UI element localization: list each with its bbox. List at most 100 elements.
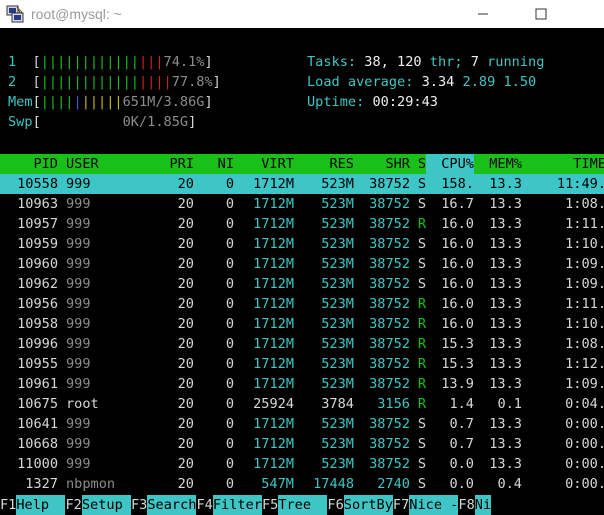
col-header-pid[interactable]: PID: [0, 154, 58, 174]
process-row[interactable]: 10558 999 20 0 1712M 523M 38752 S 158. 13.3 11:49.: [0, 174, 604, 194]
terminal-area[interactable]: 1 [|||||||||||||||74.1%] 2 [||||||||||||…: [0, 28, 604, 515]
process-cell-s: S: [417, 436, 426, 452]
process-row[interactable]: 11000 999 20 0 1712M 523M 38752 S 0.0 13.3 0:00.: [0, 454, 604, 474]
process-cell-mem: 13.3: [489, 256, 522, 272]
process-cell-time: 1:12.: [565, 356, 604, 372]
process-cell-pri: 20: [177, 216, 194, 232]
col-header-time[interactable]: TIME: [522, 154, 604, 174]
process-cell-res: 523M: [321, 276, 354, 292]
process-cell-shr: 38752: [369, 176, 410, 192]
load-5: 2.89: [462, 74, 496, 90]
process-cell-virt: 1712M: [253, 336, 294, 352]
maximize-icon: [535, 8, 547, 20]
process-cell-time: 1:10.: [565, 316, 604, 332]
function-key-bar: F1 Help F2 Setup F3 Search F4 Filter F5 Tree F6…: [0, 495, 604, 515]
process-row[interactable]: 10641 999 20 0 1712M 523M 38752 S 0.7 13.3 0:00.: [0, 414, 604, 434]
process-row[interactable]: 10959 999 20 0 1712M 523M 38752 S 16.0 13.3 1:10.: [0, 234, 604, 254]
fkey-f2[interactable]: F2 Setup: [65, 495, 131, 515]
process-cell-pid: 10960: [17, 256, 58, 272]
process-cell-time: 1:09.: [565, 276, 604, 292]
process-row[interactable]: 10960 999 20 0 1712M 523M 38752 S 16.0 13.3 1:09.: [0, 254, 604, 274]
process-cell-user: 999: [66, 456, 91, 472]
process-row[interactable]: 10956 999 20 0 1712M 523M 38752 R 16.0 13.3 1:11.: [0, 294, 604, 314]
process-row[interactable]: 10961 999 20 0 1712M 523M 38752 R 13.9 13.3 1:09.: [0, 374, 604, 394]
running-label: running: [487, 54, 545, 70]
col-header-res[interactable]: RES: [294, 154, 354, 174]
process-cell-ni: 0: [225, 216, 234, 232]
col-header-user[interactable]: USER: [58, 154, 148, 174]
process-cell-s: R: [417, 216, 426, 232]
fkey-f6[interactable]: F6 SortBy: [327, 495, 393, 515]
process-cell-cpu: 0.0: [449, 476, 474, 492]
process-cell-mem: 13.3: [489, 456, 522, 472]
process-cell-time: 11:49.: [556, 176, 604, 192]
process-cell-ni: 0: [225, 176, 234, 192]
process-cell-time: 1:08.: [565, 196, 604, 212]
fkey-f1[interactable]: F1 Help: [0, 495, 66, 515]
process-cell-virt: 25924: [253, 396, 294, 412]
fkey-f8[interactable]: F8 Ni: [458, 495, 492, 515]
load-label: Load average:: [307, 74, 414, 90]
process-row[interactable]: 10962 999 20 0 1712M 523M 38752 S 16.0 13.3 1:09.: [0, 274, 604, 294]
col-header-pri[interactable]: PRI: [148, 154, 194, 174]
process-cell-ni: 0: [225, 336, 234, 352]
process-cell-user: 999: [66, 176, 91, 192]
mem-label: Mem: [8, 94, 33, 110]
process-row[interactable]: 10958 999 20 0 1712M 523M 38752 R 16.0 13.3 1:10.: [0, 314, 604, 334]
fkey-number: F3: [130, 495, 148, 515]
process-cell-mem: 13.3: [489, 296, 522, 312]
col-header-virt[interactable]: VIRT: [234, 154, 294, 174]
process-cell-res: 523M: [321, 376, 354, 392]
process-cell-res: 17448: [313, 476, 354, 492]
process-cell-user: 999: [66, 256, 91, 272]
putty-app-icon[interactable]: [5, 4, 25, 24]
mem-bars-blue: |: [73, 94, 82, 110]
fkey-f3[interactable]: F3 Search: [130, 495, 197, 515]
maximize-button[interactable]: [518, 0, 564, 28]
process-cell-virt: 1712M: [253, 436, 294, 452]
load-average-line: Load average: 3.34 2.89 1.50: [307, 72, 536, 92]
fkey-f4[interactable]: F4 Filter: [196, 495, 262, 515]
minimize-icon: [478, 13, 488, 15]
cpu1-label: 1: [8, 54, 17, 70]
process-cell-pri: 20: [177, 476, 194, 492]
process-cell-pri: 20: [177, 316, 194, 332]
process-cell-cpu: 0.0: [449, 456, 474, 472]
process-row[interactable]: 10963 999 20 0 1712M 523M 38752 S 16.7 13.3 1:08.: [0, 194, 604, 214]
process-cell-time: 0:00.: [565, 476, 604, 492]
mem-bars-green: ||||: [40, 94, 74, 110]
process-cell-time: 1:10.: [565, 236, 604, 252]
process-cell-res: 523M: [321, 236, 354, 252]
process-table-header: PID USER PRI NI VIRT RES SHR S CPU% MEM% TIME: [0, 154, 604, 174]
process-row[interactable]: 1327 nbpmon 20 0 547M 17448 2740 S 0.0 0.4 0:00.: [0, 474, 604, 494]
col-header-ni[interactable]: NI: [194, 154, 234, 174]
process-cell-virt: 1712M: [253, 416, 294, 432]
window-titlebar: root@mysql: ~: [0, 0, 604, 28]
col-header-shr[interactable]: SHR: [354, 154, 410, 174]
process-row[interactable]: 10955 999 20 0 1712M 523M 38752 R 15.3 13.3 1:12.: [0, 354, 604, 374]
col-header-s[interactable]: S: [410, 154, 426, 174]
col-header-cpu[interactable]: CPU%: [426, 154, 474, 174]
process-row[interactable]: 10957 999 20 0 1712M 523M 38752 R 16.0 13.3 1:11.: [0, 214, 604, 234]
process-cell-virt: 1712M: [253, 356, 294, 372]
fkey-f5[interactable]: F5 Tree: [261, 495, 328, 515]
process-cell-res: 523M: [321, 256, 354, 272]
fkey-label: Ni: [474, 495, 492, 515]
process-cell-res: 523M: [321, 436, 354, 452]
process-row[interactable]: 10675 root 20 0 25924 3784 3156 R 1.4 0.1 0:04.: [0, 394, 604, 414]
process-cell-s: S: [417, 256, 426, 272]
process-cell-pri: 20: [177, 276, 194, 292]
cpu2-bars-red: ||||: [138, 74, 172, 90]
process-cell-ni: 0: [225, 236, 234, 252]
process-row[interactable]: 10996 999 20 0 1712M 523M 38752 R 15.3 13.3 1:08.: [0, 334, 604, 354]
process-cell-mem: 0.1: [497, 396, 522, 412]
process-cell-s: R: [417, 336, 426, 352]
process-cell-s: R: [417, 356, 426, 372]
cpu1-bars-red: |||: [138, 54, 164, 70]
fkey-f7[interactable]: F7 Nice -: [392, 495, 459, 515]
process-cell-virt: 547M: [261, 476, 294, 492]
col-header-mem[interactable]: MEM%: [474, 154, 522, 174]
threads-label: thr;: [429, 54, 463, 70]
minimize-button[interactable]: [460, 0, 506, 28]
process-row[interactable]: 10668 999 20 0 1712M 523M 38752 S 0.7 13.3 0:00.: [0, 434, 604, 454]
